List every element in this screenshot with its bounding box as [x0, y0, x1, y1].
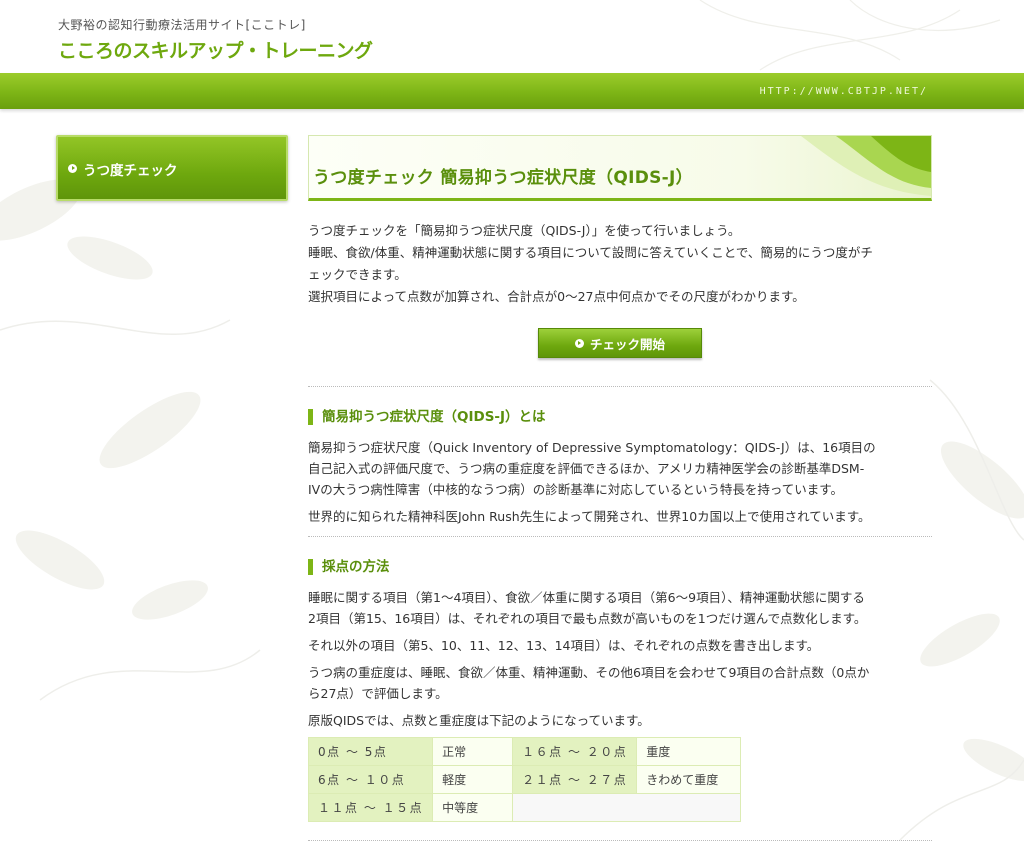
- site-url[interactable]: HTTP://WWW.CBTJP.NET/: [760, 86, 928, 97]
- intro-line: 選択項目によって点数が加算され、合計点が0〜27点中何点かでその尺度がわかります…: [308, 289, 805, 304]
- sidebar-item-label: うつ度チェック: [83, 163, 178, 179]
- paragraph-line: それ以外の項目（第5、10、11、12、13、14項目）は、それぞれの点数を書き…: [308, 638, 820, 653]
- site-tagline: 大野裕の認知行動療法活用サイト[ここトレ]: [58, 18, 306, 32]
- score-range-cell: ２１点 〜 ２７点: [512, 765, 638, 794]
- arrow-bullet-icon: [68, 164, 77, 173]
- section-paragraph: 原版QIDSでは、点数と重症度は下記のようになっています。: [308, 710, 932, 731]
- intro-line: ェックできます。: [308, 267, 407, 282]
- table-row: 0点 〜 5点 正常 １６点 〜 ２０点 重度: [307, 737, 742, 766]
- severity-cell: 軽度: [432, 765, 514, 794]
- paragraph-line: 世界的に知られた精神科医John Rush先生によって開発され、世界10カ国以上…: [308, 509, 871, 524]
- score-range-cell: １１点 〜 １５点: [307, 793, 434, 822]
- start-check-button[interactable]: チェック開始: [538, 328, 702, 358]
- paragraph-line: ら27点）で評価します。: [308, 686, 448, 701]
- paragraph-line: 原版QIDSでは、点数と重症度は下記のようになっています。: [308, 713, 650, 728]
- score-range-cell: 6点 〜 １０点: [307, 765, 434, 794]
- intro-line: うつ度チェックを「簡易抑うつ症状尺度（QIDS-J）」を使って行いましょう。: [308, 223, 741, 238]
- paragraph-line: 睡眠に関する項目（第1〜4項目）、食欲／体重に関する項目（第6〜9項目）、精神運…: [308, 590, 865, 605]
- severity-cell: 重度: [636, 737, 742, 766]
- empty-cell: [512, 793, 742, 822]
- intro-text: うつ度チェックを「簡易抑うつ症状尺度（QIDS-J）」を使って行いましょう。 睡…: [308, 220, 932, 308]
- start-check-label: チェック開始: [589, 336, 665, 352]
- section-about-qids: 簡易抑うつ症状尺度（QIDS-J）とは 簡易抑うつ症状尺度（Quick Inve…: [308, 409, 932, 527]
- score-severity-table: 0点 〜 5点 正常 １６点 〜 ２０点 重度 6点 〜 １０点 軽度 ２１点 …: [307, 737, 742, 822]
- paragraph-line: 簡易抑うつ症状尺度（Quick Inventory of Depressive …: [308, 440, 876, 455]
- top-bar: HTTP://WWW.CBTJP.NET/: [0, 73, 1024, 109]
- severity-cell: きわめて重度: [636, 765, 742, 794]
- table-row: １１点 〜 １５点 中等度: [307, 793, 742, 822]
- paragraph-line: IVの大うつ病性障害（中核的なうつ病）の診断基準に対応しているという特長を持って…: [308, 482, 843, 497]
- page-title-box: うつ度チェック 簡易抑うつ症状尺度（QIDS-J）: [308, 135, 932, 201]
- paragraph-line: 自己記入式の評価尺度で、うつ病の重症度を評価できるほか、アメリカ精神医学会の診断…: [308, 461, 865, 476]
- title-swoosh-decoration: [801, 136, 931, 196]
- score-range-cell: １６点 〜 ２０点: [512, 737, 638, 766]
- sidebar-item-depression-check[interactable]: うつ度チェック: [56, 135, 288, 201]
- paragraph-line: うつ病の重症度は、睡眠、食欲／体重、精神運動、その他6項目を会わせて9項目の合計…: [308, 665, 870, 680]
- score-range-cell: 0点 〜 5点: [307, 737, 434, 766]
- site-header: 大野裕の認知行動療法活用サイト[ここトレ] こころのスキルアップ・トレーニング: [0, 0, 1024, 73]
- severity-cell: 中等度: [432, 793, 514, 822]
- section-paragraph: うつ病の重症度は、睡眠、食欲／体重、精神運動、その他6項目を会わせて9項目の合計…: [308, 662, 932, 704]
- section-paragraph: それ以外の項目（第5、10、11、12、13、14項目）は、それぞれの点数を書き…: [308, 635, 932, 656]
- severity-cell: 正常: [432, 737, 514, 766]
- section-paragraph: 睡眠に関する項目（第1〜4項目）、食欲／体重に関する項目（第6〜9項目）、精神運…: [308, 587, 932, 629]
- section-paragraph: 簡易抑うつ症状尺度（Quick Inventory of Depressive …: [308, 437, 932, 500]
- site-logo[interactable]: こころのスキルアップ・トレーニング: [58, 36, 373, 63]
- dotted-divider: [308, 840, 932, 841]
- section-heading: 簡易抑うつ症状尺度（QIDS-J）とは: [308, 409, 932, 425]
- check-button-area: チェック開始: [308, 308, 932, 378]
- main-content: うつ度チェック 簡易抑うつ症状尺度（QIDS-J） うつ度チェックを「簡易抑うつ…: [307, 135, 932, 841]
- table-row: 6点 〜 １０点 軽度 ２１点 〜 ２７点 きわめて重度: [307, 765, 742, 794]
- section-scoring-method: 採点の方法 睡眠に関する項目（第1〜4項目）、食欲／体重に関する項目（第6〜9項…: [307, 559, 932, 822]
- dotted-divider: [308, 386, 932, 387]
- dotted-divider: [308, 536, 932, 537]
- section-heading: 採点の方法: [308, 559, 932, 575]
- page-title: うつ度チェック 簡易抑うつ症状尺度（QIDS-J）: [313, 168, 693, 188]
- intro-line: 睡眠、食欲/体重、精神運動状態に関する項目について設問に答えていくことで、簡易的…: [308, 245, 873, 260]
- arrow-bullet-icon: [574, 338, 584, 348]
- section-paragraph: 世界的に知られた精神科医John Rush先生によって開発され、世界10カ国以上…: [308, 506, 932, 527]
- paragraph-line: 2項目（第15、16項目）は、それぞれの項目で最も点数が高いものを1つだけ選んで…: [308, 611, 867, 626]
